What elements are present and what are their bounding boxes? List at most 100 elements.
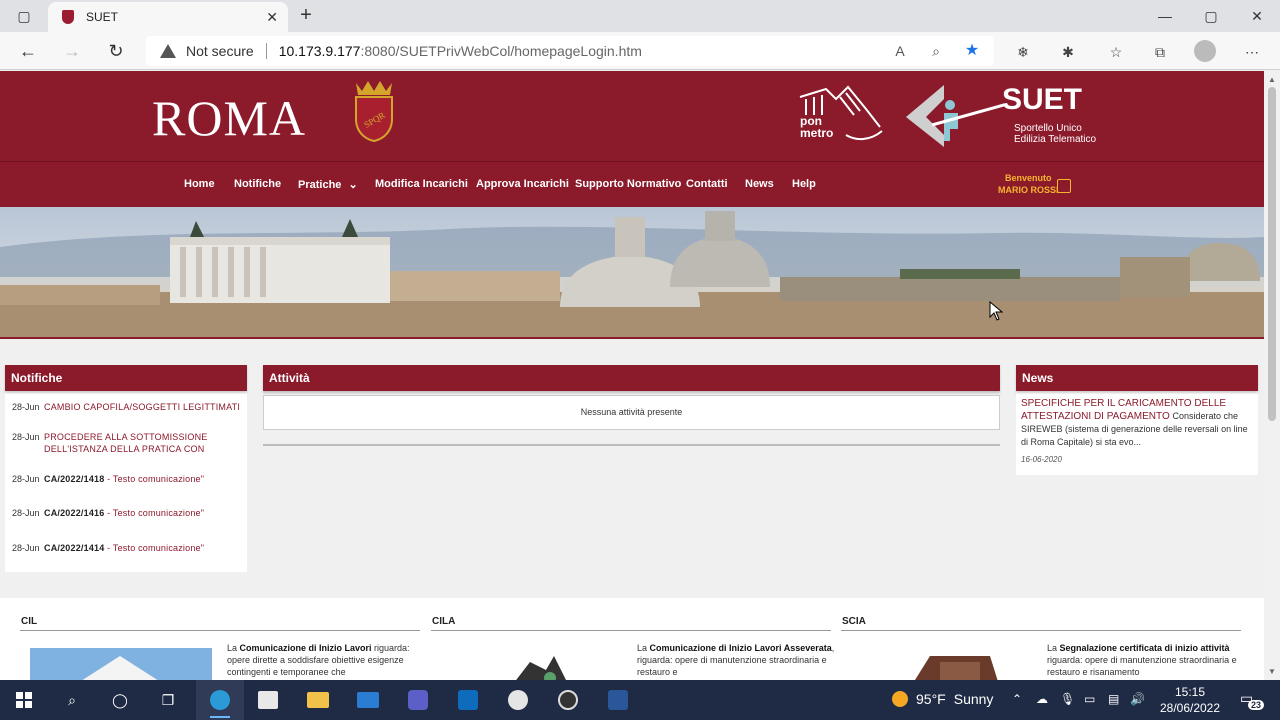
extensions-puzzle-icon[interactable]: ✱ [1056, 42, 1080, 62]
menu-notifiche[interactable]: Notifiche [234, 178, 281, 190]
scrollbar-thumb[interactable] [1268, 87, 1276, 421]
edge-icon[interactable] [208, 688, 232, 712]
outlook-icon[interactable] [456, 688, 480, 712]
workspaces-icon[interactable]: ▢ [10, 6, 38, 26]
news-item[interactable]: SPECIFICHE PER IL CARICAMENTO DELLE ATTE… [1021, 397, 1251, 449]
cil-divider [20, 630, 420, 631]
collections-icon[interactable]: ⧉ [1148, 42, 1172, 62]
more-menu-icon[interactable]: ⋯ [1240, 42, 1264, 62]
maximize-icon[interactable]: ▢ [1188, 0, 1234, 32]
menu-pratiche-label: Pratiche [298, 179, 342, 191]
favorites-icon[interactable]: ☆ [1104, 42, 1128, 62]
address-bar[interactable]: Not secure 10.173.9.177:8080/SUETPrivWeb… [146, 36, 994, 66]
notif-text[interactable]: CAMBIO CAPOFILA/SOGGETTI LEGITTIMATI [44, 401, 244, 413]
attivita-panel: Attività [263, 365, 1000, 391]
notif-text[interactable]: CA/2022/1414 - Testo comunicazione" [44, 542, 244, 554]
app-icon[interactable] [506, 688, 530, 712]
read-aloud-icon[interactable]: A [888, 36, 912, 66]
menu-news[interactable]: News [745, 178, 774, 190]
task-view-icon[interactable]: ❐ [156, 688, 180, 712]
skyline-image [0, 211, 1264, 337]
notif-link[interactable]: - Testo comunicazione" [104, 543, 204, 553]
notif-text[interactable]: CA/2022/1418 - Testo comunicazione" [44, 473, 244, 485]
system-clock[interactable]: 15:15 28/06/2022 [1150, 684, 1230, 716]
notif-link[interactable]: - Testo comunicazione" [104, 474, 204, 484]
notif-date: 28-Jun [12, 474, 40, 484]
battery-icon[interactable]: ▭ [1084, 692, 1095, 706]
url-path: :8080/SUETPrivWebCol/homepageLogin.htm [360, 43, 642, 59]
suet-logo: SUET Sportello Unico Edilizia Telematico [904, 81, 1100, 151]
cila-divider [431, 630, 831, 631]
new-tab-icon[interactable]: + [294, 4, 318, 27]
notif-code: CA/2022/1414 [44, 543, 105, 553]
news-item-date: 16-06-2020 [1021, 455, 1062, 464]
browser-tab[interactable]: SUET ✕ [48, 2, 288, 32]
tray-chevron-icon[interactable]: ⌃ [1012, 692, 1022, 706]
mail-icon[interactable] [356, 688, 380, 712]
zoom-icon[interactable]: ⌕ [924, 36, 948, 66]
extension-icon[interactable]: ❄ [1011, 42, 1035, 62]
notif-text[interactable]: PROCEDERE ALLA SOTTOMISSIONE DELL'ISTANZ… [44, 431, 244, 455]
refresh-icon[interactable]: ↻ [104, 40, 128, 62]
cil-heading[interactable]: CIL [21, 616, 37, 627]
scia-desc-pre: La [1047, 643, 1060, 653]
security-label[interactable]: Not secure [186, 43, 254, 59]
menu-approva-incarichi[interactable]: Approva Incarichi [476, 178, 569, 190]
mouse-cursor-icon [989, 301, 1003, 321]
teams-icon[interactable] [406, 688, 430, 712]
notif-date: 28-Jun [12, 432, 40, 442]
cila-desc-pre: La [637, 643, 650, 653]
scroll-down-icon[interactable]: ▼ [1267, 667, 1277, 676]
notif-date: 28-Jun [12, 402, 40, 412]
suet-subtitle-line1: Sportello Unico [1014, 123, 1082, 134]
cila-image [516, 656, 566, 680]
cila-heading[interactable]: CILA [432, 616, 455, 627]
roma-shield-icon: SPQR [355, 81, 393, 143]
network-icon[interactable]: ▤ [1108, 692, 1119, 706]
scia-heading[interactable]: SCIA [842, 616, 866, 627]
cortana-icon[interactable]: ◯ [108, 688, 132, 712]
close-tab-icon[interactable]: ✕ [266, 9, 278, 26]
store-icon[interactable] [256, 688, 280, 712]
obs-icon[interactable] [556, 688, 580, 712]
forward-icon[interactable]: → [60, 40, 84, 62]
weather-widget[interactable]: 95°F Sunny [892, 691, 993, 707]
search-icon[interactable]: ⌕ [60, 688, 84, 712]
notif-link[interactable]: - Testo comunicazione" [104, 508, 204, 518]
back-icon[interactable]: ← [16, 40, 40, 62]
menu-modifica-incarichi[interactable]: Modifica Incarichi [375, 178, 468, 190]
weather-condition: Sunny [953, 691, 994, 707]
user-card-icon[interactable] [1057, 179, 1071, 193]
scia-desc-rest: riguarda: opere di manutenzione straordi… [1047, 655, 1237, 677]
microphone-icon[interactable]: 🎙 [1060, 692, 1075, 706]
menu-supporto-normativo[interactable]: Supporto Normativo [575, 178, 681, 190]
page-scrollbar[interactable]: ▲ ▼ [1264, 71, 1280, 680]
notif-text[interactable]: CA/2022/1416 - Testo comunicazione" [44, 507, 244, 519]
address-separator [265, 43, 267, 59]
scroll-up-icon[interactable]: ▲ [1267, 75, 1277, 84]
cila-description: La Comunicazione di Inizio Lavori Asseve… [637, 642, 837, 678]
cil-image [30, 648, 212, 680]
menu-contatti[interactable]: Contatti [686, 178, 728, 190]
site-favicon-icon [62, 10, 74, 24]
word-icon[interactable] [606, 688, 630, 712]
profile-avatar[interactable] [1194, 40, 1216, 62]
chevron-down-icon: ⌄ [348, 179, 358, 191]
favorite-star-icon[interactable]: ★ [960, 36, 984, 66]
menu-help[interactable]: Help [792, 178, 816, 190]
onedrive-icon[interactable]: ☁ [1036, 692, 1048, 706]
cila-desc-bold: Comunicazione di Inizio Lavori Asseverat… [649, 643, 832, 653]
scia-desc-bold: Segnalazione certificata di inizio attiv… [1059, 643, 1230, 653]
minimize-icon[interactable]: — [1142, 0, 1188, 32]
close-window-icon[interactable]: ✕ [1234, 0, 1280, 32]
windows-start-icon[interactable] [12, 688, 36, 712]
file-explorer-icon[interactable] [306, 688, 330, 712]
page-viewport: ROMA SPQR pon metro SUET Sportello Unico… [0, 71, 1264, 680]
user-welcome[interactable]: Benvenuto MARIO ROSSI [998, 172, 1059, 196]
volume-icon[interactable]: 🔊 [1130, 692, 1145, 706]
menu-pratiche[interactable]: Pratiche ⌄ [298, 178, 358, 191]
user-name: MARIO ROSSI [998, 185, 1059, 195]
windows-taskbar: ⌕ ◯ ❐ 95°F Sunny ⌃ ☁ 🎙 ▭ ▤ 🔊 15:15 28/06… [0, 680, 1280, 720]
notification-center-icon[interactable]: ▭ 23 [1238, 688, 1265, 712]
menu-home[interactable]: Home [184, 178, 215, 190]
